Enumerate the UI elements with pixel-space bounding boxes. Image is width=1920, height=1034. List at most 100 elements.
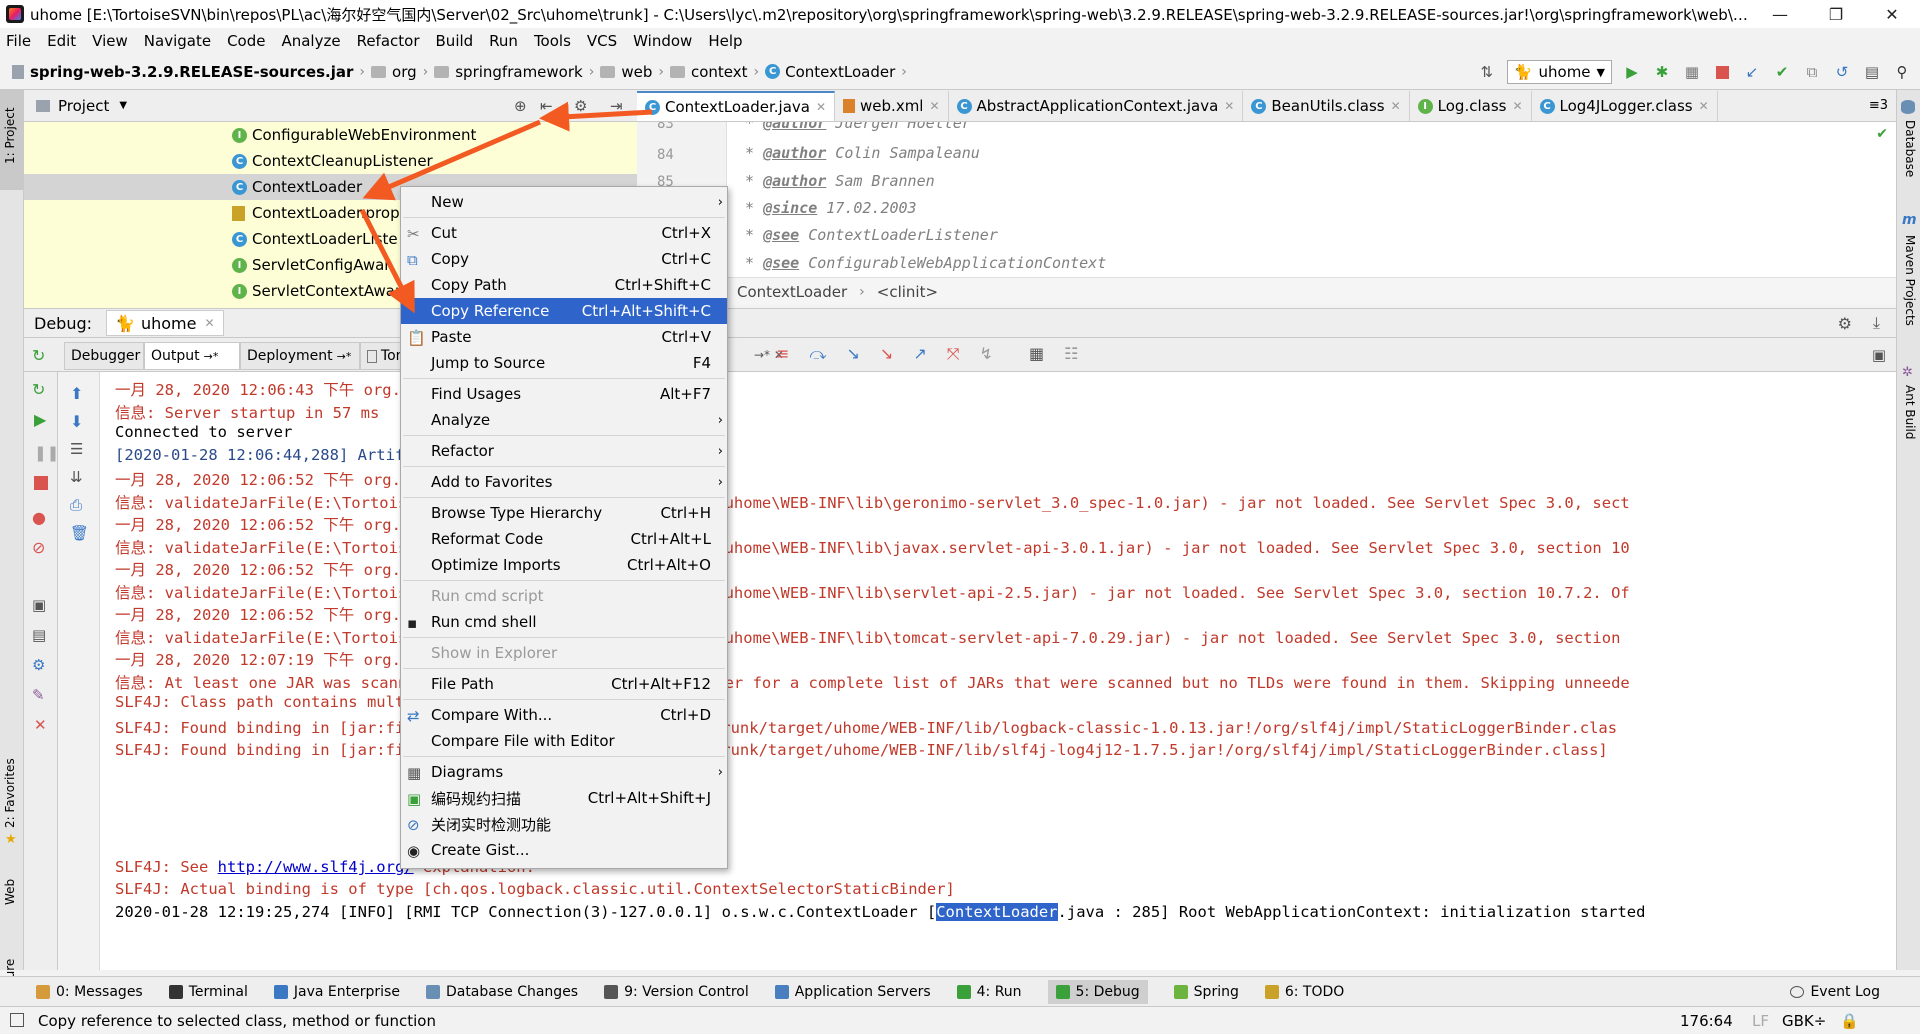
search-icon[interactable]: ⚲: [1892, 62, 1912, 82]
revert-icon[interactable]: ↺: [1832, 62, 1852, 82]
lock-icon[interactable]: 🔒: [1840, 1012, 1859, 1030]
menu-item-12[interactable]: Refactor ›: [401, 438, 727, 464]
tab-contextloader-java[interactable]: C ContextLoader.java ✕: [637, 91, 836, 121]
resume-icon[interactable]: ↻: [32, 380, 45, 399]
bottom-tool-terminal[interactable]: Terminal: [168, 984, 248, 1000]
menu-item-25[interactable]: File Path Ctrl+Alt+F12: [401, 671, 727, 697]
mute-breakpoints-icon[interactable]: ⊘: [32, 538, 45, 557]
bottom-tool-database-changes[interactable]: Database Changes: [425, 984, 578, 1000]
collapse-icon[interactable]: ⇤: [540, 97, 553, 115]
tab-abstractapplicationcontext-java[interactable]: C AbstractApplicationContext.java ✕: [949, 91, 1244, 121]
menu-item-10[interactable]: Analyze ›: [401, 407, 727, 433]
close-icon[interactable]: ✕: [929, 99, 939, 113]
breadcrumb-contextloader[interactable]: C ContextLoader: [761, 63, 899, 81]
trace-icon[interactable]: ☷: [1064, 344, 1078, 364]
close-icon[interactable]: ✕: [1699, 99, 1709, 113]
bottom-tool-0-messages[interactable]: 0: Messages: [36, 984, 143, 1000]
force-step-into-icon[interactable]: ↘: [880, 344, 893, 364]
bottom-tool-9-version-control[interactable]: 9: Version Control: [604, 984, 749, 1000]
menu-window[interactable]: Window: [633, 32, 692, 50]
caret-position[interactable]: 176:64: [1680, 1012, 1733, 1030]
console-output[interactable]: 一月 28, 2020 12:06:43 下午 org. rt 信息: Serve…: [100, 372, 1896, 970]
menu-item-17[interactable]: Reformat Code Ctrl+Alt+L: [401, 526, 727, 552]
settings-icon[interactable]: ⚙: [32, 656, 45, 674]
up-arrow-icon[interactable]: ⬆: [70, 384, 83, 403]
chevron-down-icon[interactable]: ▼: [119, 100, 127, 111]
menu-item-4[interactable]: Copy Path Ctrl+Shift+C: [401, 272, 727, 298]
view-breakpoints-icon[interactable]: ●: [32, 508, 46, 527]
rerun-icon[interactable]: ↻: [32, 346, 45, 365]
event-log-button[interactable]: Event Log: [1790, 984, 1880, 1000]
slf4j-link[interactable]: http://www.slf4j.org/: [218, 858, 414, 876]
menu-item-18[interactable]: Optimize Imports Ctrl+Alt+O: [401, 552, 727, 578]
menu-tools[interactable]: Tools: [534, 32, 571, 50]
run-configuration-select[interactable]: 🐈 uhome ▼: [1506, 60, 1612, 84]
project-tool-label[interactable]: 1: Project: [3, 107, 17, 164]
project-structure-icon[interactable]: ▤: [1862, 62, 1882, 82]
menu-item-7[interactable]: Jump to Source F4: [401, 350, 727, 376]
menu-item-0[interactable]: New ›: [401, 189, 727, 215]
close-icon[interactable]: ✕: [204, 316, 214, 330]
debug-icon[interactable]: ✱: [1652, 62, 1672, 82]
run-to-cursor-icon[interactable]: ↯: [980, 344, 993, 364]
tool-windows-icon[interactable]: [10, 1013, 24, 1027]
run-icon[interactable]: ▶: [1622, 62, 1642, 82]
bottom-tool-4-run[interactable]: 4: Run: [956, 984, 1022, 1000]
close-icon[interactable]: ✕: [1391, 99, 1401, 113]
menu-run[interactable]: Run: [489, 32, 518, 50]
menu-help[interactable]: Help: [708, 32, 742, 50]
drop-frame-icon[interactable]: ⤧: [947, 344, 960, 364]
menu-build[interactable]: Build: [436, 32, 474, 50]
show-execution-point-icon[interactable]: ≡: [776, 344, 789, 364]
menu-file[interactable]: File: [6, 32, 31, 50]
minimize-button[interactable]: —: [1752, 0, 1808, 28]
close-button[interactable]: ✕: [1864, 0, 1920, 28]
tab-log-class[interactable]: I Log.class ✕: [1410, 91, 1532, 121]
step-into-icon[interactable]: ↘: [847, 344, 860, 364]
tab-debugger[interactable]: Debugger: [64, 342, 144, 370]
breadcrumb-org[interactable]: org: [367, 63, 421, 81]
vcs-commit-icon[interactable]: ✔: [1772, 62, 1792, 82]
menu-item-21[interactable]: ▪ Run cmd shell: [401, 609, 727, 635]
print-icon[interactable]: ⎙: [70, 496, 82, 514]
bottom-tool-5-debug[interactable]: 5: Debug: [1047, 979, 1148, 1004]
step-over-icon[interactable]: ⤼: [809, 344, 826, 364]
menu-item-5[interactable]: Copy Reference Ctrl+Alt+Shift+C: [401, 298, 727, 324]
breadcrumb-web[interactable]: web: [596, 63, 656, 81]
soft-wrap-icon[interactable]: ☰: [70, 440, 83, 458]
tree-item-configurablewebenvironment[interactable]: I ConfigurableWebEnvironment: [24, 122, 637, 148]
menu-item-27[interactable]: ⇄ Compare With... Ctrl+D: [401, 702, 727, 728]
menu-analyze[interactable]: Analyze: [281, 32, 340, 50]
tree-item-contextcleanuplistener[interactable]: C ContextCleanupListener: [24, 148, 637, 174]
sort-icon[interactable]: ⇅: [1477, 62, 1497, 82]
editor-breadcrumb-class[interactable]: ContextLoader: [737, 283, 847, 301]
ant-tool-label[interactable]: Ant Build: [1903, 385, 1917, 439]
line-separator[interactable]: LF: [1752, 1012, 1769, 1030]
menu-vcs[interactable]: VCS: [587, 32, 617, 50]
tab-beanutils-class[interactable]: C BeanUtils.class ✕: [1243, 91, 1410, 121]
tab-output[interactable]: Output →*: [144, 342, 240, 370]
web-tool-label[interactable]: Web: [3, 879, 17, 905]
maximize-button[interactable]: ❐: [1808, 0, 1864, 28]
menu-item-2[interactable]: ✂ Cut Ctrl+X: [401, 220, 727, 246]
menu-navigate[interactable]: Navigate: [144, 32, 211, 50]
vcs-compare-icon[interactable]: ⧉: [1802, 62, 1822, 82]
bottom-tool-application-servers[interactable]: Application Servers: [774, 984, 931, 1000]
breadcrumb-springframework[interactable]: springframework: [430, 63, 586, 81]
menu-item-16[interactable]: Browse Type Hierarchy Ctrl+H: [401, 500, 727, 526]
hide-icon[interactable]: ⇥: [610, 97, 623, 115]
code-editor[interactable]: 83 84 85 * @author Juergen Hoeller * @au…: [637, 122, 1896, 277]
tab-overflow-button[interactable]: ≡3: [1869, 98, 1888, 113]
gear-icon[interactable]: ⚙: [1838, 314, 1852, 333]
bottom-tool-java-enterprise[interactable]: Java Enterprise: [273, 984, 400, 1000]
bottom-tool-6-todo[interactable]: 6: TODO: [1264, 984, 1344, 1000]
editor-breadcrumb-method[interactable]: <clinit>: [877, 283, 938, 301]
tab-deployment[interactable]: Deployment →*: [240, 342, 360, 370]
tab-log4jlogger-class[interactable]: C Log4JLogger.class ✕: [1532, 91, 1718, 121]
clear-all-icon[interactable]: 🗑: [70, 524, 89, 542]
menu-code[interactable]: Code: [227, 32, 265, 50]
database-tool-label[interactable]: Database: [1903, 120, 1917, 177]
menu-item-28[interactable]: Compare File with Editor: [401, 728, 727, 754]
stop-icon[interactable]: [1712, 62, 1732, 82]
maven-tool-label[interactable]: Maven Projects: [1903, 235, 1917, 326]
